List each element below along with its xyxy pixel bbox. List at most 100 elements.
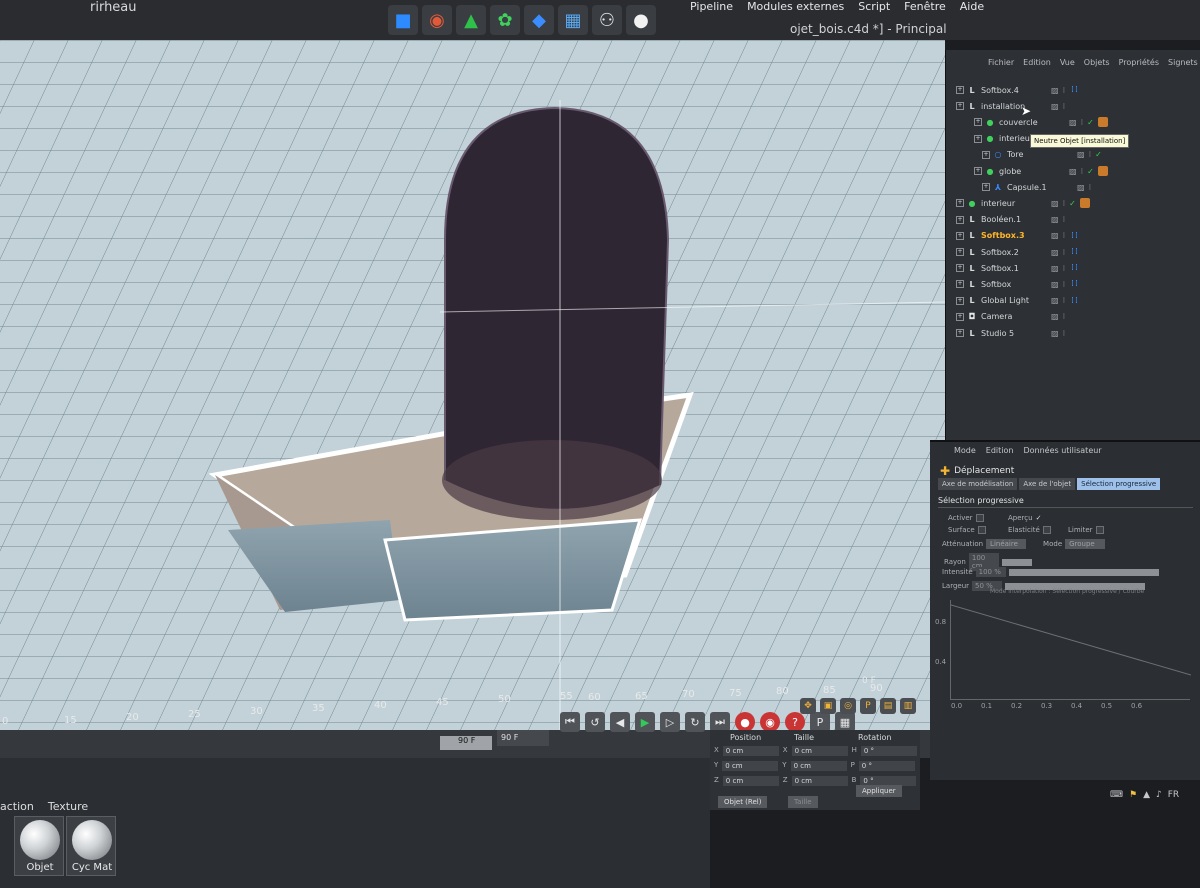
object-label[interactable]: Softbox.4 [981, 86, 1043, 95]
layer-icon[interactable]: ▨ [1051, 248, 1059, 257]
network-icon[interactable]: ▲ [1143, 790, 1150, 800]
flag-icon[interactable]: ⚑ [1129, 790, 1137, 800]
limiter-checkbox[interactable] [1095, 526, 1104, 534]
language-indicator[interactable]: FR [1168, 790, 1179, 800]
next-frame-icon[interactable]: ▷ [660, 712, 680, 732]
menu-fenetre[interactable]: Fenêtre [904, 0, 946, 13]
size-field[interactable]: 0 cm [791, 746, 848, 756]
visibility-icon[interactable]: ⁝ [1063, 312, 1066, 321]
object-label[interactable]: installation [981, 102, 1043, 111]
layer-icon[interactable]: ▨ [1069, 118, 1077, 127]
object-row[interactable]: + L Booléen.1 ▨ ⁝ [946, 212, 1200, 228]
rotate-key-icon[interactable]: ◎ [840, 698, 856, 714]
elasticite-checkbox[interactable] [1042, 526, 1051, 534]
apply-button[interactable]: Appliquer [856, 785, 902, 797]
object-row[interactable]: + L Softbox.3 ▨ ⁝ ⁞⁞ [946, 228, 1200, 244]
expand-toggle-icon[interactable]: + [956, 264, 964, 273]
layer-icon[interactable]: ▨ [1051, 199, 1059, 208]
visibility-icon[interactable]: ⁝ [1063, 102, 1066, 111]
expand-toggle-icon[interactable]: + [956, 215, 964, 224]
layer-icon[interactable]: ▨ [1051, 264, 1059, 273]
size-field[interactable]: 0 cm [791, 776, 848, 786]
expand-toggle-icon[interactable]: + [982, 150, 990, 159]
position-field[interactable]: 0 cm [722, 746, 779, 756]
intensite-slider[interactable] [1008, 568, 1159, 576]
object-row[interactable]: + L Softbox.4 ▨ ⁝ ⁞⁞ [946, 82, 1200, 98]
surface-checkbox[interactable] [977, 526, 986, 534]
3d-viewport[interactable] [0, 40, 945, 740]
intensite-input[interactable]: 100 % [975, 567, 1006, 577]
om-menu-signets[interactable]: Signets [1168, 58, 1198, 67]
go-to-start-icon[interactable]: ⏮ [560, 712, 580, 732]
visibility-icon[interactable]: ⁝ [1063, 248, 1066, 257]
am-menu-edition[interactable]: Edition [986, 446, 1014, 455]
object-row[interactable]: + L Softbox.1 ▨ ⁝ ⁞⁞ [946, 260, 1200, 276]
object-row[interactable]: + Linstallation ▨ ⁝ [946, 98, 1200, 114]
array-icon[interactable]: ✿ [490, 5, 520, 35]
rayon-slider[interactable] [1001, 558, 1032, 566]
layer-icon[interactable]: ▨ [1051, 296, 1059, 305]
menu-pipeline[interactable]: Pipeline [690, 0, 733, 13]
camera-icon[interactable]: ⚇ [592, 5, 622, 35]
position-field[interactable]: 0 cm [722, 776, 779, 786]
size-field[interactable]: 0 cm [790, 761, 847, 771]
expand-toggle-icon[interactable]: + [982, 183, 990, 192]
om-menu-fichier[interactable]: Fichier [988, 58, 1014, 67]
prev-frame-icon[interactable]: ◀ [610, 712, 630, 732]
size-mode-select[interactable]: Taille [788, 796, 818, 808]
visibility-icon[interactable]: ⁝ [1089, 150, 1092, 159]
tab-axe-modelisation[interactable]: Axe de modélisation [938, 478, 1018, 490]
film-icon[interactable]: ▥ [900, 698, 916, 714]
layer-icon[interactable]: ▨ [1069, 167, 1077, 176]
object-row[interactable]: + ○ Tore ▨ ⁝ ✓ [946, 147, 1200, 163]
tab-axe-objet[interactable]: Axe de l'objet [1019, 478, 1076, 490]
next-key-icon[interactable]: ↻ [685, 712, 705, 732]
expand-toggle-icon[interactable]: + [956, 248, 964, 256]
expand-toggle-icon[interactable]: + [974, 134, 982, 143]
expand-toggle-icon[interactable]: + [956, 86, 964, 94]
mat-menu-texture[interactable]: Texture [48, 800, 88, 813]
object-row[interactable]: + L Studio 5 ▨ ⁝ [946, 325, 1200, 341]
apercu-check-icon[interactable]: ✓ [1036, 514, 1042, 522]
cube-icon[interactable]: ■ [388, 5, 418, 35]
object-row[interactable]: + ◘ Camera ▨ ⁝ [946, 309, 1200, 325]
visibility-icon[interactable]: ⁝ [1063, 231, 1066, 240]
falloff-graph[interactable]: 0.8 0.4 0.0 0.1 0.2 0.3 0.4 0.5 0.6 [935, 600, 1192, 710]
go-to-end-icon[interactable]: ⏭ [710, 712, 730, 732]
visibility-icon[interactable]: ⁝ [1063, 296, 1066, 305]
expand-toggle-icon[interactable]: + [956, 312, 964, 321]
frame-end-field[interactable]: 90 F [440, 736, 492, 750]
menu-modules-externes[interactable]: Modules externes [747, 0, 844, 13]
floor-icon[interactable]: ▦ [558, 5, 588, 35]
object-label[interactable]: globe [999, 167, 1061, 176]
document-tab[interactable]: rirheau [90, 0, 137, 15]
object-row[interactable]: + L Softbox ▨ ⁝ ⁞⁞ [946, 276, 1200, 292]
object-label[interactable]: Softbox.1 [981, 264, 1043, 273]
object-label[interactable]: interieur [981, 199, 1043, 208]
visibility-icon[interactable]: ⁝ [1063, 264, 1066, 273]
object-label[interactable]: couvercle [999, 118, 1061, 127]
enabled-check-icon[interactable]: ✓ [1069, 199, 1076, 208]
material-objet[interactable]: Objet [14, 816, 64, 876]
position-field[interactable]: 0 cm [722, 761, 779, 771]
prev-key-icon[interactable]: ↺ [585, 712, 605, 732]
expand-toggle-icon[interactable]: + [974, 118, 982, 127]
om-menu-objets[interactable]: Objets [1084, 58, 1110, 67]
object-label[interactable]: Softbox [981, 280, 1043, 289]
visibility-icon[interactable]: ⁝ [1063, 199, 1066, 208]
material-tag-icon[interactable] [1097, 166, 1108, 176]
object-row[interactable]: + L Global Light ▨ ⁝ ⁞⁞ [946, 293, 1200, 309]
parameter-key-icon[interactable]: P [810, 712, 830, 732]
attenuation-select[interactable]: Linéaire [986, 539, 1027, 549]
tag-dots-icon[interactable]: ⁞⁞ [1071, 85, 1079, 95]
tag-dots-icon[interactable]: ⁞⁞ [1071, 247, 1079, 257]
rotation-field[interactable]: 0 ° [860, 746, 917, 756]
menu-script[interactable]: Script [858, 0, 890, 13]
object-row[interactable]: + ● couvercle ▨ ⁝ ✓ [946, 114, 1200, 130]
object-label[interactable]: Camera [981, 312, 1043, 321]
am-menu-mode[interactable]: Mode [954, 446, 976, 455]
deformer-icon[interactable]: ◆ [524, 5, 554, 35]
object-label[interactable]: Capsule.1 [1007, 183, 1069, 192]
enabled-check-icon[interactable]: ✓ [1095, 150, 1102, 159]
object-label[interactable]: Softbox.2 [981, 248, 1043, 257]
